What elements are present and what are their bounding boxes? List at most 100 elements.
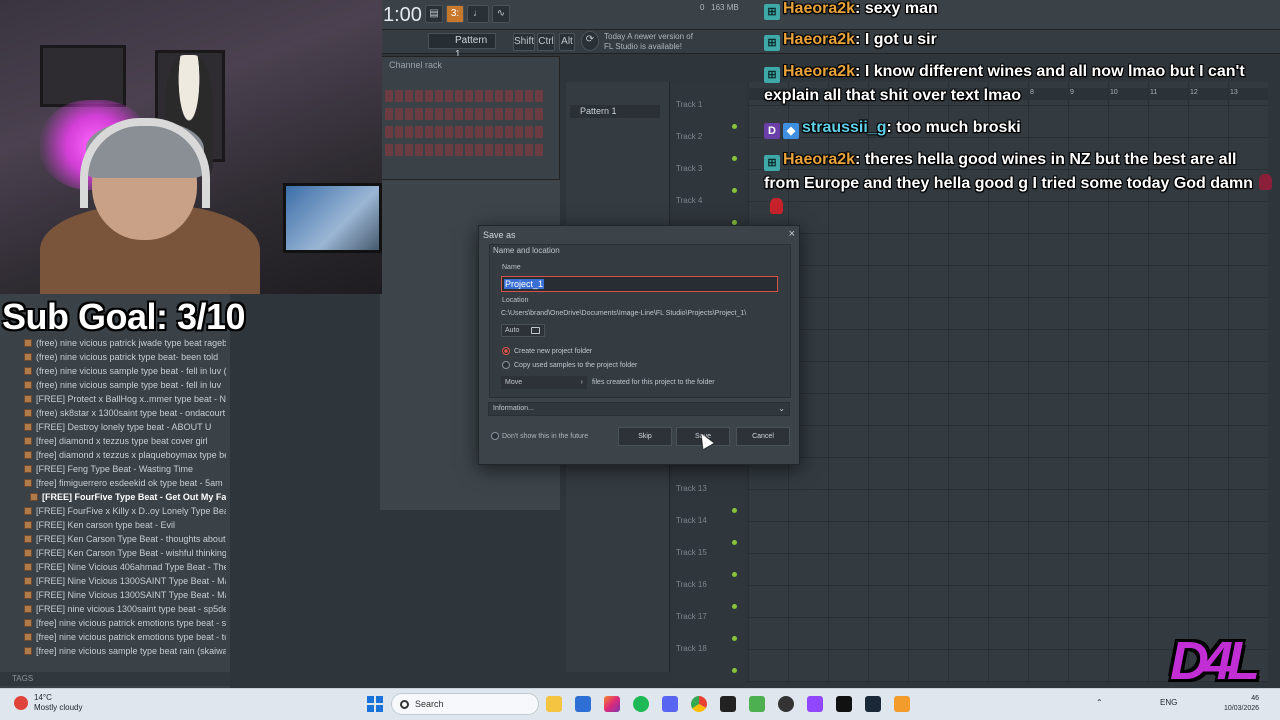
file-list-item[interactable]: [FREE] Nine Vicious 1300SAINT Type Beat …: [10, 588, 226, 602]
step-button[interactable]: [525, 126, 533, 138]
track-header[interactable]: Track 1: [676, 100, 738, 109]
radio-on-icon[interactable]: [502, 347, 510, 355]
dont-show-option[interactable]: Don't show this in the future: [491, 432, 588, 440]
update-icon[interactable]: ⟳: [581, 31, 599, 51]
step-button[interactable]: [465, 108, 473, 120]
steam-icon[interactable]: [865, 696, 881, 712]
app-icon[interactable]: [749, 696, 765, 712]
step-button[interactable]: [535, 108, 543, 120]
step-button[interactable]: [525, 108, 533, 120]
step-button[interactable]: [385, 90, 393, 102]
pattern-mode-button[interactable]: ▤: [425, 5, 443, 23]
spotify-icon[interactable]: [633, 696, 649, 712]
file-list-item[interactable]: [FREE] Ken Carson Type Beat - thoughts a…: [10, 532, 226, 546]
step-button[interactable]: [495, 144, 503, 156]
step-button[interactable]: [485, 108, 493, 120]
radio-off-icon[interactable]: [502, 361, 510, 369]
cancel-button[interactable]: Cancel: [736, 427, 790, 446]
track-enable-icon[interactable]: [732, 540, 737, 545]
step-button[interactable]: [445, 108, 453, 120]
fl-studio-icon[interactable]: [894, 696, 910, 712]
step-button[interactable]: [505, 144, 513, 156]
track-enable-icon[interactable]: [732, 604, 737, 609]
step-button[interactable]: [445, 144, 453, 156]
file-list-item[interactable]: [FREE] Nine Vicious 1300SAINT Type Beat …: [10, 574, 226, 588]
store-icon[interactable]: [575, 696, 591, 712]
step-button[interactable]: [425, 144, 433, 156]
file-list-item[interactable]: [FREE] Ken carson type beat - Evil: [10, 518, 226, 532]
step-button[interactable]: [425, 90, 433, 102]
create-folder-option[interactable]: Create new project folder: [502, 347, 592, 355]
step-button[interactable]: [435, 90, 443, 102]
step-button[interactable]: [485, 144, 493, 156]
file-list-item[interactable]: [free] nine vicious patrick emotions typ…: [10, 616, 226, 630]
step-button[interactable]: [475, 90, 483, 102]
file-list-item[interactable]: [free] nine vicious sample type beat rai…: [10, 644, 226, 658]
step-button[interactable]: [425, 108, 433, 120]
file-list-item[interactable]: [free] nine vicious patrick emotions typ…: [10, 630, 226, 644]
file-list-item[interactable]: [free] fimiguerrero esdeekid ok type bea…: [10, 476, 226, 490]
capcut-icon[interactable]: [720, 696, 736, 712]
track-enable-icon[interactable]: [732, 508, 737, 513]
file-list-item[interactable]: [FREE] Feng Type Beat - Wasting Time: [10, 462, 226, 476]
track-header[interactable]: Track 2: [676, 132, 738, 141]
track-header[interactable]: Track 17: [676, 612, 738, 621]
project-name-input[interactable]: Project_1: [501, 276, 778, 292]
discord-icon[interactable]: [662, 696, 678, 712]
step-button[interactable]: [485, 90, 493, 102]
checkbox-icon[interactable]: [491, 432, 499, 440]
step-button[interactable]: [395, 126, 403, 138]
language-indicator[interactable]: ENG: [1160, 698, 1177, 707]
step-button[interactable]: [505, 126, 513, 138]
track-header[interactable]: Track 13: [676, 484, 738, 493]
step-button[interactable]: [445, 126, 453, 138]
track-header[interactable]: Track 3: [676, 164, 738, 173]
track-enable-icon[interactable]: [732, 636, 737, 641]
step-button[interactable]: [415, 108, 423, 120]
step-button[interactable]: [475, 144, 483, 156]
twitch-icon[interactable]: [807, 696, 823, 712]
wave-button[interactable]: ∿: [492, 5, 510, 23]
file-list-item[interactable]: (free) nine vicious patrick jwade type b…: [10, 336, 226, 350]
step-button[interactable]: [515, 90, 523, 102]
step-button[interactable]: [495, 90, 503, 102]
step-button[interactable]: [435, 144, 443, 156]
shift-button[interactable]: Shift: [513, 33, 535, 51]
file-list-item[interactable]: [FREE] Protect x BallHog x..mmer type be…: [10, 392, 226, 406]
step-button[interactable]: [465, 90, 473, 102]
step-button[interactable]: [525, 90, 533, 102]
step-button[interactable]: [415, 144, 423, 156]
step-button[interactable]: [465, 144, 473, 156]
step-button[interactable]: [525, 144, 533, 156]
obs-icon[interactable]: [778, 696, 794, 712]
step-button[interactable]: [435, 108, 443, 120]
close-icon[interactable]: ×: [789, 228, 795, 240]
skip-button[interactable]: Skip: [618, 427, 672, 446]
step-grid[interactable]: [385, 90, 551, 162]
taskbar-search[interactable]: Search: [391, 693, 539, 715]
step-button[interactable]: [535, 144, 543, 156]
folder-icon[interactable]: [531, 327, 540, 334]
step-button[interactable]: [505, 90, 513, 102]
step-button[interactable]: [485, 126, 493, 138]
step-button[interactable]: [535, 126, 543, 138]
playlist-pattern-item[interactable]: Pattern 1: [570, 105, 660, 118]
step-button[interactable]: [475, 108, 483, 120]
track-enable-icon[interactable]: [732, 124, 737, 129]
step-button[interactable]: [465, 126, 473, 138]
step-button[interactable]: [405, 144, 413, 156]
step-button[interactable]: [415, 90, 423, 102]
file-explorer-icon[interactable]: [546, 696, 562, 712]
step-button[interactable]: [385, 108, 393, 120]
file-list-item[interactable]: [FREE] Nine Vicious 406ahmad Type Beat -…: [10, 560, 226, 574]
step-button[interactable]: [385, 144, 393, 156]
ctrl-button[interactable]: Ctrl: [537, 33, 555, 51]
track-enable-icon[interactable]: [732, 188, 737, 193]
move-dropdown[interactable]: Move ›: [501, 376, 587, 389]
file-list-item[interactable]: [FREE] Ken Carson Type Beat - wishful th…: [10, 546, 226, 560]
step-button[interactable]: [475, 126, 483, 138]
track-header[interactable]: Track 18: [676, 644, 738, 653]
step-button[interactable]: [405, 108, 413, 120]
pattern-selector[interactable]: Pattern 1: [428, 33, 496, 60]
copy-samples-option[interactable]: Copy used samples to the project folder: [502, 361, 637, 369]
